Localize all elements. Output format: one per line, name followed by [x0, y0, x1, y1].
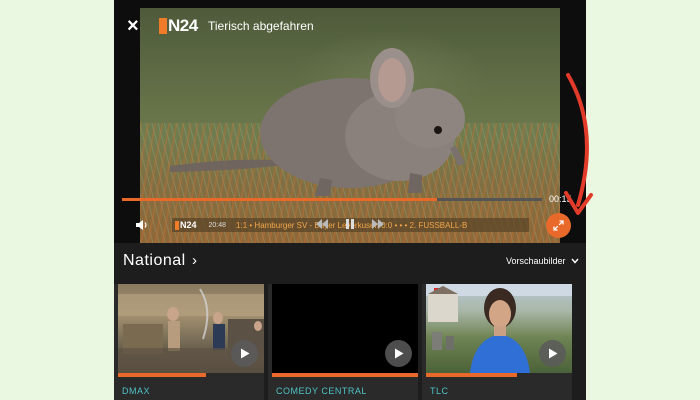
card-label: TLC	[430, 386, 449, 396]
video-title: Tierisch abgefahren	[208, 19, 314, 33]
ticker-logo: N24	[180, 220, 197, 230]
preview-dropdown-label: Vorschaubilder	[506, 256, 566, 266]
expand-icon	[553, 220, 564, 231]
card-progress	[272, 373, 418, 377]
card-label: COMEDY CENTRAL	[276, 386, 367, 396]
rewind-icon	[316, 219, 328, 229]
play-icon	[240, 348, 249, 359]
play-button[interactable]	[385, 340, 412, 367]
card-thumbnail	[426, 284, 572, 373]
logo-mark	[159, 18, 167, 34]
channel-card-tlc[interactable]: TLC	[422, 284, 572, 400]
ticker-time: 20:48	[208, 221, 227, 229]
channel-logo: N24	[159, 16, 198, 36]
volume-icon	[136, 220, 147, 230]
channel-card-comedy-central[interactable]: COMEDY CENTRAL	[268, 284, 418, 400]
section-title[interactable]: National	[123, 252, 186, 270]
play-icon	[548, 348, 557, 359]
preview-dropdown[interactable]: Vorschaubilder	[506, 256, 579, 266]
rewind-button[interactable]	[314, 218, 330, 233]
app-window: × N24 Tierisch abgefahren 00:15 N24 20:4…	[114, 0, 586, 400]
logo-text: N24	[168, 16, 198, 35]
channel-cards: DMAX COMEDY CENTRAL TLC	[114, 284, 586, 400]
close-button[interactable]: ×	[127, 15, 147, 37]
mouse-image	[170, 48, 465, 196]
card-progress	[426, 373, 517, 377]
close-icon: ×	[127, 15, 139, 37]
volume-button[interactable]	[135, 218, 149, 232]
progress-bar[interactable]	[122, 198, 542, 201]
progress-fill	[122, 198, 437, 201]
card-label: DMAX	[122, 386, 151, 396]
chevron-right-icon[interactable]: ›	[192, 252, 197, 269]
card-thumbnail	[272, 284, 418, 373]
time-label: 00:15	[549, 194, 572, 204]
section-header: National › Vorschaubilder	[114, 244, 586, 280]
channel-card-dmax[interactable]: DMAX	[114, 284, 264, 400]
pause-icon	[346, 219, 354, 229]
pause-button[interactable]	[342, 218, 358, 233]
play-icon	[394, 348, 403, 359]
forward-button[interactable]	[370, 218, 386, 233]
card-thumbnail	[118, 284, 264, 373]
play-button[interactable]	[231, 340, 258, 367]
chevron-down-icon	[571, 258, 579, 264]
video-frame[interactable]	[140, 8, 560, 243]
play-button[interactable]	[539, 340, 566, 367]
fullscreen-button[interactable]	[546, 213, 571, 238]
ticker-logo-mark	[175, 220, 179, 230]
forward-icon	[372, 219, 384, 229]
transport-controls	[314, 218, 386, 233]
card-progress	[118, 373, 206, 377]
video-player[interactable]: × N24 Tierisch abgefahren 00:15 N24 20:4…	[114, 0, 586, 243]
